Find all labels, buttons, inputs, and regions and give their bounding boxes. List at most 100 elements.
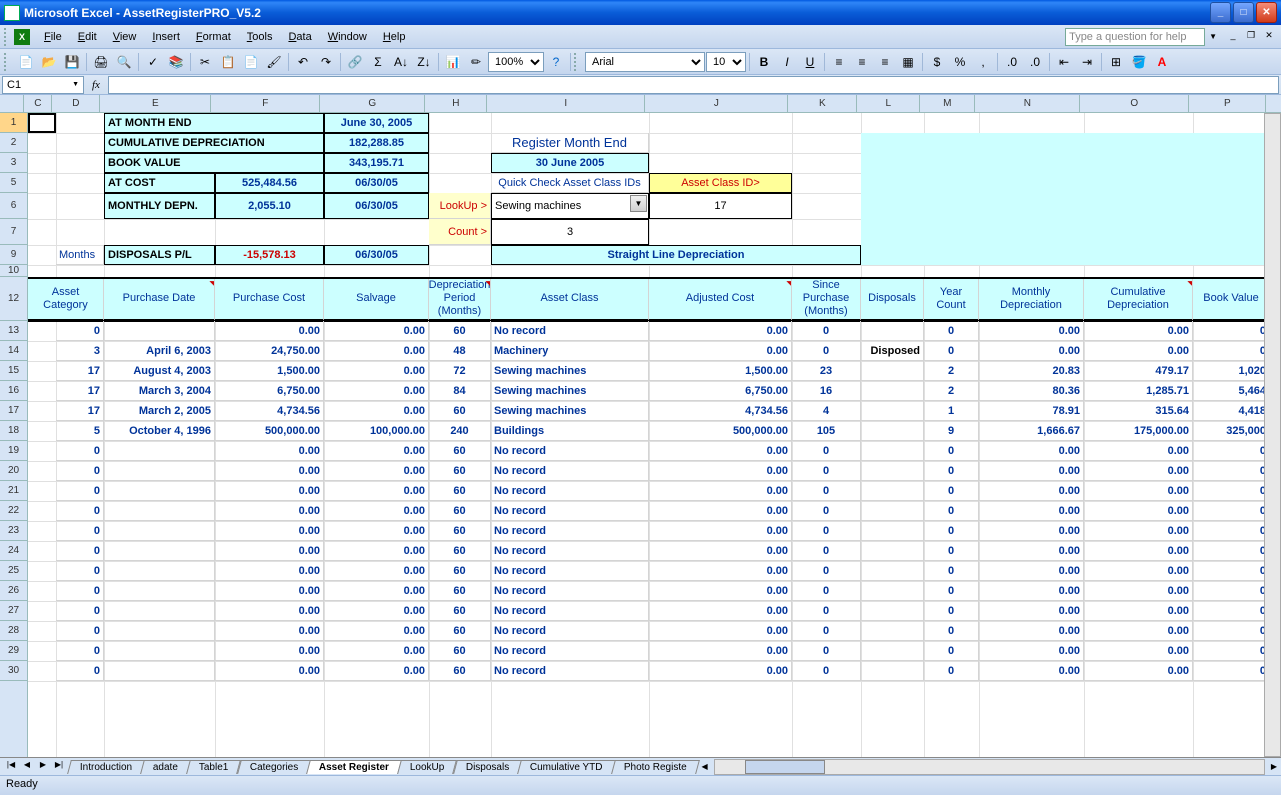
cell-salvage[interactable]: 0.00 [324, 541, 429, 561]
cell-date[interactable] [104, 481, 215, 501]
hyperlink-icon[interactable]: 🔗 [344, 51, 366, 73]
cell-since[interactable]: 0 [792, 321, 861, 341]
cell-since[interactable]: 0 [792, 601, 861, 621]
cell-disposals[interactable] [861, 461, 924, 481]
row-header-29[interactable]: 29 [0, 641, 27, 661]
cell-yearcount[interactable]: 0 [924, 341, 979, 361]
at-cost-value[interactable]: 525,484.56 [215, 173, 324, 193]
lookup-dropdown-button[interactable]: ▼ [630, 195, 647, 212]
row-header-1[interactable]: 1 [0, 113, 27, 133]
font-combo[interactable]: Arial [585, 52, 705, 72]
cell-cost[interactable]: 0.00 [215, 601, 324, 621]
cell-adjcost[interactable]: 0.00 [649, 541, 792, 561]
cell-cost[interactable]: 24,750.00 [215, 341, 324, 361]
cell-mdep[interactable]: 0.00 [979, 641, 1084, 661]
increase-decimal-icon[interactable]: .0 [1001, 51, 1023, 73]
monthly-dep-date[interactable]: 06/30/05 [324, 193, 429, 219]
cell-period[interactable]: 60 [429, 561, 491, 581]
undo-icon[interactable]: ↶ [292, 51, 314, 73]
header-depreciation-period-months-[interactable]: Depreciation Period (Months)◥ [429, 277, 491, 321]
cell-category[interactable]: 0 [56, 581, 104, 601]
minimize-button[interactable]: _ [1210, 2, 1231, 23]
cell-period[interactable]: 60 [429, 581, 491, 601]
row-header-3[interactable]: 3 [0, 153, 27, 173]
save-icon[interactable]: 💾 [61, 51, 83, 73]
cell-period[interactable]: 84 [429, 381, 491, 401]
cell-category[interactable]: 0 [56, 641, 104, 661]
cell-yearcount[interactable]: 0 [924, 641, 979, 661]
lookup-dropdown[interactable]: Sewing machines [491, 193, 649, 219]
cell-since[interactable]: 0 [792, 541, 861, 561]
cell-adjcost[interactable]: 0.00 [649, 661, 792, 681]
cell-salvage[interactable]: 0.00 [324, 581, 429, 601]
toolbar-grip[interactable] [4, 53, 10, 71]
cell-cdep[interactable]: 1,285.71 [1084, 381, 1193, 401]
at-cost-label[interactable]: AT COST [104, 173, 215, 193]
cell-cost[interactable]: 0.00 [215, 321, 324, 341]
tab-nav-prev[interactable]: ◀ [20, 760, 34, 774]
col-header-P[interactable]: P [1189, 95, 1266, 112]
cell-cdep[interactable]: 0.00 [1084, 341, 1193, 361]
cell-cost[interactable]: 0.00 [215, 621, 324, 641]
cell-disposals[interactable] [861, 421, 924, 441]
cell-adjcost[interactable]: 0.00 [649, 641, 792, 661]
at-cost-date[interactable]: 06/30/05 [324, 173, 429, 193]
help-search-input[interactable] [1065, 28, 1205, 46]
help-dropdown-icon[interactable]: ▼ [1209, 32, 1217, 41]
cell-mdep[interactable]: 0.00 [979, 581, 1084, 601]
cell-period[interactable]: 240 [429, 421, 491, 441]
col-header-L[interactable]: L [857, 95, 920, 112]
merge-icon[interactable]: ▦ [897, 51, 919, 73]
cell-disposals[interactable] [861, 481, 924, 501]
cell-class[interactable]: No record [491, 621, 649, 641]
cell-category[interactable]: 0 [56, 321, 104, 341]
cell-disposals[interactable] [861, 361, 924, 381]
row-header-30[interactable]: 30 [0, 661, 27, 681]
cell-class[interactable]: Machinery [491, 341, 649, 361]
header-asset-class[interactable]: Asset Class [491, 277, 649, 321]
cell-yearcount[interactable]: 0 [924, 321, 979, 341]
doc-minimize-button[interactable]: _ [1225, 30, 1241, 44]
cell-bookvalue[interactable]: 5,464 [1193, 381, 1264, 401]
cell-bookvalue[interactable]: 0 [1193, 461, 1264, 481]
cell-cost[interactable]: 0.00 [215, 581, 324, 601]
cell-cdep[interactable]: 0.00 [1084, 481, 1193, 501]
cell-date[interactable] [104, 561, 215, 581]
cell-since[interactable]: 0 [792, 581, 861, 601]
cell-period[interactable]: 60 [429, 401, 491, 421]
col-header-J[interactable]: J [645, 95, 788, 112]
cell-adjcost[interactable]: 500,000.00 [649, 421, 792, 441]
cell-class[interactable]: No record [491, 661, 649, 681]
cell-class[interactable]: No record [491, 641, 649, 661]
cell-bookvalue[interactable]: 325,000 [1193, 421, 1264, 441]
header-year-count[interactable]: Year Count [924, 277, 979, 321]
cell-cost[interactable]: 0.00 [215, 441, 324, 461]
at-month-end-label[interactable]: AT MONTH END [104, 113, 324, 133]
maximize-button[interactable]: □ [1233, 2, 1254, 23]
cell-disposals[interactable] [861, 541, 924, 561]
row-headers[interactable]: 1235679101213141516171819202122232425262… [0, 113, 28, 757]
cell-cdep[interactable]: 0.00 [1084, 581, 1193, 601]
cell-disposals[interactable] [861, 641, 924, 661]
quickcheck-label[interactable]: Quick Check Asset Class IDs [491, 173, 649, 193]
cell-salvage[interactable]: 0.00 [324, 661, 429, 681]
row-header-7[interactable]: 7 [0, 219, 27, 245]
cell-date[interactable] [104, 441, 215, 461]
row-header-17[interactable]: 17 [0, 401, 27, 421]
formula-bar[interactable] [108, 76, 1279, 94]
cell-cost[interactable]: 0.00 [215, 481, 324, 501]
col-header-H[interactable]: H [425, 95, 487, 112]
cell-yearcount[interactable]: 0 [924, 601, 979, 621]
at-month-end-value[interactable]: June 30, 2005 [324, 113, 429, 133]
cell-mdep[interactable]: 0.00 [979, 561, 1084, 581]
register-date[interactable]: 30 June 2005 [491, 153, 649, 173]
header-purchase-cost[interactable]: Purchase Cost [215, 277, 324, 321]
col-header-N[interactable]: N [975, 95, 1080, 112]
cell-since[interactable]: 23 [792, 361, 861, 381]
row-header-6[interactable]: 6 [0, 193, 27, 219]
cell-disposals[interactable] [861, 601, 924, 621]
row-header-23[interactable]: 23 [0, 521, 27, 541]
doc-close-button[interactable]: ✕ [1261, 30, 1277, 44]
sort-desc-icon[interactable]: Z↓ [413, 51, 435, 73]
cell-adjcost[interactable]: 0.00 [649, 621, 792, 641]
